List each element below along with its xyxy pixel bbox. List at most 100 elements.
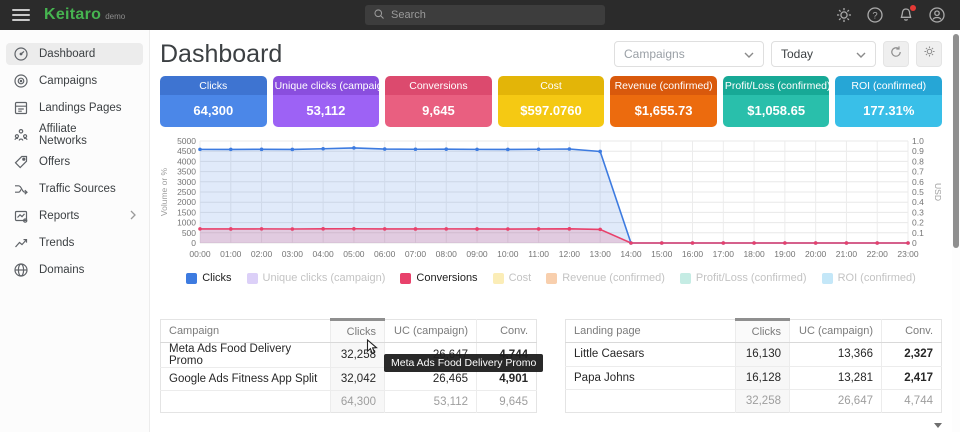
campaigns-filter-value: Campaigns bbox=[624, 47, 685, 61]
sidebar-item-dashboard[interactable]: Dashboard bbox=[6, 43, 143, 65]
sidebar-item-traffic-sources[interactable]: Traffic Sources bbox=[6, 178, 143, 200]
svg-text:10:00: 10:00 bbox=[497, 249, 519, 259]
legend-item-conversions[interactable]: Conversions bbox=[400, 272, 477, 284]
legend-item-cost[interactable]: Cost bbox=[493, 272, 532, 284]
summary-tables: CampaignClicksUC (campaign)Conv.Meta Ads… bbox=[160, 318, 942, 413]
column-header-uc[interactable]: UC (campaign) bbox=[385, 320, 477, 343]
page-title: Dashboard bbox=[160, 40, 282, 69]
stat-card-value: $1,655.73 bbox=[610, 95, 717, 127]
legend-item-roi-confirmed[interactable]: ROI (confirmed) bbox=[822, 272, 916, 284]
scrollbar[interactable] bbox=[952, 30, 960, 432]
legend-label: Cost bbox=[509, 272, 532, 284]
main-content: Dashboard Campaigns Today bbox=[150, 30, 952, 432]
row-name[interactable]: Papa Johns bbox=[566, 366, 736, 390]
total-uc: 53,112 bbox=[385, 391, 477, 413]
svg-text:19:00: 19:00 bbox=[774, 249, 796, 259]
sidebar-item-offers[interactable]: Offers bbox=[6, 151, 143, 173]
svg-text:22:00: 22:00 bbox=[867, 249, 889, 259]
search-input[interactable]: Search bbox=[365, 5, 605, 25]
svg-text:00:00: 00:00 bbox=[189, 249, 211, 259]
svg-text:1000: 1000 bbox=[177, 218, 196, 228]
sidebar-item-label: Landings Pages bbox=[39, 102, 121, 114]
stat-card-value: $1,058.65 bbox=[723, 95, 830, 127]
legend-item-profit-loss-confirmed[interactable]: Profit/Loss (confirmed) bbox=[680, 272, 807, 284]
svg-text:0: 0 bbox=[191, 238, 196, 248]
sidebar-item-label: Domains bbox=[39, 264, 84, 276]
offers-tag-icon bbox=[13, 154, 29, 170]
svg-text:4500: 4500 bbox=[177, 146, 196, 156]
svg-text:3000: 3000 bbox=[177, 177, 196, 187]
stat-card-value: $597.0760 bbox=[498, 95, 605, 127]
svg-text:20:00: 20:00 bbox=[805, 249, 827, 259]
notification-dot bbox=[910, 5, 916, 11]
app-logo[interactable]: Keitaro demo bbox=[44, 6, 125, 24]
stat-card-label: Cost bbox=[498, 76, 605, 95]
svg-text:23:00: 23:00 bbox=[897, 249, 919, 259]
total-conv: 9,645 bbox=[477, 391, 537, 413]
help-icon[interactable]: ? bbox=[866, 6, 884, 24]
svg-text:02:00: 02:00 bbox=[251, 249, 273, 259]
chevron-right-icon bbox=[130, 210, 136, 223]
legend-item-revenue-confirmed[interactable]: Revenue (confirmed) bbox=[546, 272, 665, 284]
svg-text:21:00: 21:00 bbox=[836, 249, 858, 259]
row-uc: 13,366 bbox=[790, 343, 882, 367]
campaigns-filter-select[interactable]: Campaigns bbox=[614, 41, 764, 67]
svg-text:0.6: 0.6 bbox=[912, 177, 924, 187]
column-header-name[interactable]: Landing page bbox=[566, 320, 736, 343]
legend-item-unique-clicks-campaign[interactable]: Unique clicks (campaign) bbox=[247, 272, 386, 284]
column-header-clicks[interactable]: Clicks bbox=[736, 320, 790, 343]
legend-label: Conversions bbox=[416, 272, 477, 284]
scrollbar-thumb[interactable] bbox=[953, 34, 959, 248]
svg-text:500: 500 bbox=[182, 228, 196, 238]
svg-text:4000: 4000 bbox=[177, 156, 196, 166]
table-row[interactable]: Papa Johns16,12813,2812,417 bbox=[566, 366, 942, 390]
total-uc: 26,647 bbox=[790, 390, 882, 413]
topbar: Keitaro demo Search ? bbox=[0, 0, 960, 30]
column-header-conv[interactable]: Conv. bbox=[477, 320, 537, 343]
settings-gear-icon[interactable] bbox=[835, 6, 853, 24]
column-header-name[interactable]: Campaign bbox=[161, 320, 331, 343]
sidebar-item-reports[interactable]: Reports bbox=[6, 205, 143, 227]
svg-text:1500: 1500 bbox=[177, 207, 196, 217]
sidebar-item-affiliate-networks[interactable]: Affiliate Networks bbox=[6, 124, 143, 146]
stat-card-label: Revenue (confirmed) bbox=[610, 76, 717, 95]
table-row[interactable]: Little Caesars16,13013,3662,327 bbox=[566, 343, 942, 367]
svg-text:11:00: 11:00 bbox=[528, 249, 549, 259]
svg-text:0.9: 0.9 bbox=[912, 146, 924, 156]
gear-icon bbox=[923, 45, 936, 63]
menu-icon[interactable] bbox=[12, 9, 30, 21]
sidebar-item-label: Campaigns bbox=[39, 75, 97, 87]
svg-text:2000: 2000 bbox=[177, 197, 196, 207]
column-header-uc[interactable]: UC (campaign) bbox=[790, 320, 882, 343]
sidebar-item-domains[interactable]: Domains bbox=[6, 259, 143, 281]
account-icon[interactable] bbox=[928, 6, 946, 24]
trends-icon bbox=[13, 235, 29, 251]
row-name[interactable]: Google Ads Fitness App Split bbox=[161, 368, 331, 391]
svg-text:5000: 5000 bbox=[177, 136, 196, 146]
total-conv: 4,744 bbox=[882, 390, 942, 413]
legend-label: Unique clicks (campaign) bbox=[263, 272, 386, 284]
stat-card-revenue-confirmed: Revenue (confirmed)$1,655.73 bbox=[610, 76, 717, 127]
legend-swatch bbox=[822, 273, 833, 284]
svg-text:03:00: 03:00 bbox=[282, 249, 304, 259]
total-clicks: 64,300 bbox=[331, 391, 385, 413]
column-header-conv[interactable]: Conv. bbox=[882, 320, 942, 343]
total-clicks: 32,258 bbox=[736, 390, 790, 413]
refresh-button[interactable] bbox=[883, 41, 909, 67]
date-range-select[interactable]: Today bbox=[771, 41, 876, 67]
svg-text:2500: 2500 bbox=[177, 187, 196, 197]
svg-text:0.7: 0.7 bbox=[912, 167, 924, 177]
legend-item-clicks[interactable]: Clicks bbox=[186, 272, 231, 284]
notifications-bell-icon[interactable] bbox=[897, 6, 915, 24]
row-name[interactable]: Little Caesars bbox=[566, 343, 736, 367]
svg-text:Volume or %: Volume or % bbox=[159, 167, 169, 216]
svg-text:0.1: 0.1 bbox=[912, 228, 924, 238]
svg-text:09:00: 09:00 bbox=[466, 249, 488, 259]
sidebar-item-landings-pages[interactable]: Landings Pages bbox=[6, 97, 143, 119]
sidebar-item-trends[interactable]: Trends bbox=[6, 232, 143, 254]
sidebar-item-campaigns[interactable]: Campaigns bbox=[6, 70, 143, 92]
dashboard-settings-button[interactable] bbox=[916, 41, 942, 67]
row-name[interactable]: Meta Ads Food Delivery Promo bbox=[161, 343, 331, 368]
chart-legend: Clicks Unique clicks (campaign) Conversion… bbox=[158, 272, 944, 284]
stat-card-cost: Cost$597.0760 bbox=[498, 76, 605, 127]
